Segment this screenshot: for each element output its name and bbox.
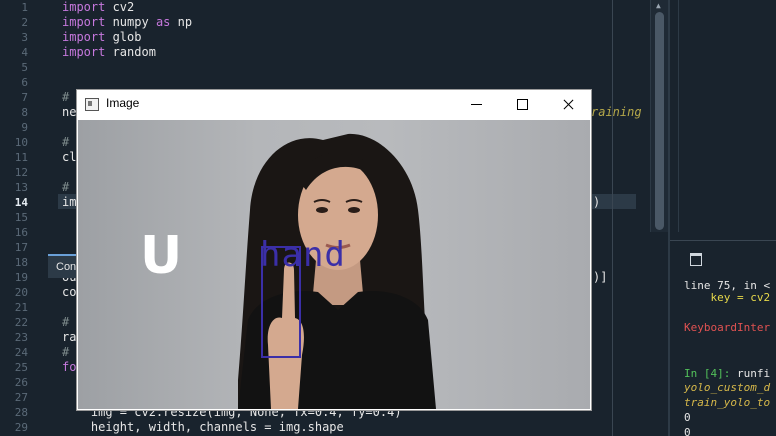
browse-tabs-icon[interactable] [690,253,702,266]
code-line-14-tail: ) [593,195,601,209]
line-number: 13 [14,181,28,194]
line-number: 9 [21,121,28,134]
line-number: 19 [14,271,28,284]
line-number: 23 [14,331,28,344]
line-number: 8 [21,106,28,119]
line-number: 6 [21,76,28,89]
variable-explorer-pane [678,0,776,232]
console-line: KeyboardInter [684,321,771,334]
code-line-14: im [62,195,77,209]
console-line: 0 [684,426,691,436]
code-line-13: # [62,180,70,194]
line-number: 26 [14,376,28,389]
code-line-20: co [62,285,77,299]
line-number: 4 [21,46,28,59]
line-number: 17 [14,241,28,254]
code-line-24: # [62,345,70,359]
line-number: 11 [14,151,28,164]
line-number: 15 [14,211,28,224]
line-number: 22 [14,316,28,329]
scroll-up-icon[interactable]: ▲ [656,1,661,10]
line-number: 10 [14,136,28,149]
line-number-gutter: 1 2 3 4 5 6 7 8 9 10 11 12 13 14 15 16 17 18 19 20 21 22 23 24 2… [0,0,40,436]
detection-label: hand [260,235,346,275]
line-number: 14 [14,196,28,209]
code-line-10: # [62,135,70,149]
line-number: 29 [14,421,28,434]
line-number: 2 [21,16,28,29]
line-number: 24 [14,346,28,359]
line-number: 21 [14,301,28,314]
line-number: 25 [14,361,28,374]
line-number: 12 [14,166,28,179]
window-title: Image [106,96,140,110]
code-line-29: height, width, channels = img.shape [62,420,344,434]
code-line-8: ne [62,105,77,119]
line-number: 7 [21,91,28,104]
code-line-3: import glob [62,30,142,44]
image-window[interactable]: Image U hand [77,90,591,410]
console-line: train_yolo_to [684,396,771,409]
code-line-7: # [62,90,70,104]
code-line-2: import numpy as np [62,15,193,29]
console-tab-bar [670,240,776,277]
code-line-22: # [62,315,70,329]
code-line-4: import random [62,45,156,59]
code-line-19-tail: )] [593,270,608,284]
code-line-1: import cv2 [62,0,135,14]
line-number: 28 [14,406,28,419]
scrollbar-thumb[interactable] [655,12,664,230]
console-line: 0 [684,411,691,424]
close-button[interactable] [545,90,591,120]
console-line: key = cv2 [684,291,771,304]
console-prompt-line: In [4]: runfi [684,367,771,380]
code-line-8-tail: raining [591,105,642,119]
predicted-letter: U [140,226,183,286]
line-number: 3 [21,31,28,44]
line-number: 18 [14,256,28,269]
code-line-11: cl [62,150,77,164]
maximize-button[interactable] [499,90,545,120]
line-number: 5 [21,61,28,74]
line-number: 27 [14,391,28,404]
edge-ruler [612,0,613,436]
line-number: 1 [21,1,28,14]
code-line-23: ra [62,330,77,344]
editor-scrollbar[interactable]: ▲ [650,0,669,232]
camera-frame: U hand [78,120,590,409]
line-number: 16 [14,226,28,239]
window-app-icon [85,98,99,111]
code-line-25: fo [62,360,77,374]
minimize-button[interactable] [453,90,499,120]
window-titlebar[interactable]: Image [77,90,591,120]
console-line: yolo_custom_d [684,381,771,394]
line-number: 20 [14,286,28,299]
ipython-console[interactable]: line 75, in < key = cv2 KeyboardInter In… [678,278,776,436]
